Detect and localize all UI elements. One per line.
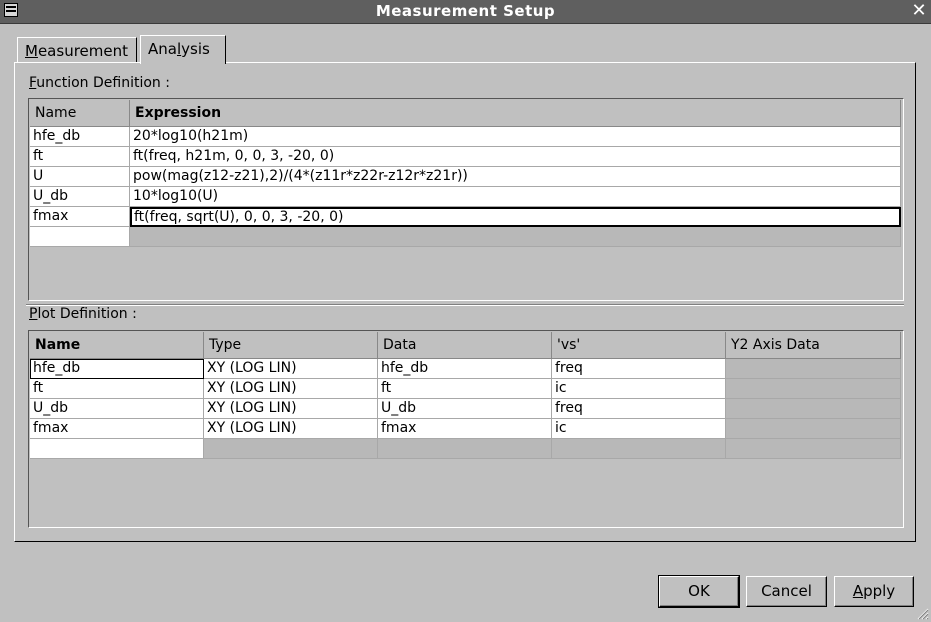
- function-row-expression[interactable]: 20*log10(h21m): [130, 127, 901, 147]
- close-icon[interactable]: ✕: [910, 2, 928, 20]
- function-row-expression[interactable]: ft(freq, h21m, 0, 0, 3, -20, 0): [130, 147, 901, 167]
- plot-header-y2-axis-data[interactable]: Y2 Axis Data: [726, 332, 901, 359]
- plot-row-data[interactable]: hfe_db: [378, 359, 552, 379]
- plot-row-name-selected[interactable]: hfe_db: [30, 359, 204, 379]
- function-header-expression[interactable]: Expression: [130, 100, 901, 127]
- plot-definition-label: Plot Definition :: [29, 306, 137, 322]
- tab-measurement[interactable]: Measurement: [17, 37, 137, 63]
- plot-table[interactable]: Name Type Data 'vs' Y2 Axis Data hfe_db …: [28, 330, 904, 528]
- plot-empty-type-cell[interactable]: [204, 439, 378, 459]
- plot-row-type[interactable]: XY (LOG LIN): [204, 359, 378, 379]
- function-row-name[interactable]: fmax: [30, 207, 130, 227]
- plot-header-name[interactable]: Name: [30, 332, 204, 359]
- plot-header-vs[interactable]: 'vs': [552, 332, 726, 359]
- plot-empty-vs-cell[interactable]: [552, 439, 726, 459]
- ok-button[interactable]: OK: [658, 575, 740, 608]
- function-empty-expression-cell[interactable]: [130, 227, 901, 247]
- plot-row-y2[interactable]: [726, 379, 901, 399]
- function-row-expression[interactable]: pow(mag(z12-z21),2)/(4*(z11r*z22r-z12r*z…: [130, 167, 901, 187]
- plot-empty-data-cell[interactable]: [378, 439, 552, 459]
- function-row-name[interactable]: ft: [30, 147, 130, 167]
- plot-row-vs[interactable]: freq: [552, 399, 726, 419]
- plot-row-data[interactable]: ft: [378, 379, 552, 399]
- plot-row-type[interactable]: XY (LOG LIN): [204, 399, 378, 419]
- tab-measurement-label: easurement: [37, 42, 128, 60]
- plot-row-vs[interactable]: freq: [552, 359, 726, 379]
- plot-row-type[interactable]: XY (LOG LIN): [204, 379, 378, 399]
- function-row-name[interactable]: U: [30, 167, 130, 187]
- apply-button[interactable]: Apply: [834, 576, 914, 607]
- tab-analysis-label: ysis: [181, 40, 210, 58]
- plot-header-type[interactable]: Type: [204, 332, 378, 359]
- plot-empty-name-cell[interactable]: [30, 439, 204, 459]
- plot-empty-y2-cell[interactable]: [726, 439, 901, 459]
- plot-row-name[interactable]: fmax: [30, 419, 204, 439]
- function-table[interactable]: Name Expression hfe_db 20*log10(h21m) ft…: [28, 98, 904, 301]
- plot-row-vs[interactable]: ic: [552, 419, 726, 439]
- plot-row-y2[interactable]: [726, 399, 901, 419]
- function-header-name[interactable]: Name: [30, 100, 130, 127]
- plot-row-data[interactable]: U_db: [378, 399, 552, 419]
- plot-header-data[interactable]: Data: [378, 332, 552, 359]
- plot-row-name[interactable]: ft: [30, 379, 204, 399]
- plot-row-y2[interactable]: [726, 419, 901, 439]
- tab-analysis[interactable]: Analysis: [140, 35, 226, 64]
- function-row-name[interactable]: hfe_db: [30, 127, 130, 147]
- plot-row-type[interactable]: XY (LOG LIN): [204, 419, 378, 439]
- function-definition-label: Function Definition :: [29, 75, 170, 91]
- tab-measurement-mnemonic: M: [25, 42, 38, 60]
- function-row-name[interactable]: U_db: [30, 187, 130, 207]
- function-row-expression-focused[interactable]: ft(freq, sqrt(U), 0, 0, 3, -20, 0): [130, 207, 901, 227]
- plot-row-name[interactable]: U_db: [30, 399, 204, 419]
- plot-row-vs[interactable]: ic: [552, 379, 726, 399]
- resize-grip-icon[interactable]: [915, 606, 929, 620]
- tab-analysis-label-pre: Ana: [148, 40, 177, 58]
- function-empty-name-cell[interactable]: [30, 227, 130, 247]
- plot-row-y2[interactable]: [726, 359, 901, 379]
- cancel-button[interactable]: Cancel: [746, 576, 827, 607]
- title-bar: Measurement Setup ✕: [0, 0, 931, 24]
- window-title: Measurement Setup: [375, 2, 556, 20]
- section-divider: [26, 304, 904, 306]
- plot-row-data[interactable]: fmax: [378, 419, 552, 439]
- function-row-expression[interactable]: 10*log10(U): [130, 187, 901, 207]
